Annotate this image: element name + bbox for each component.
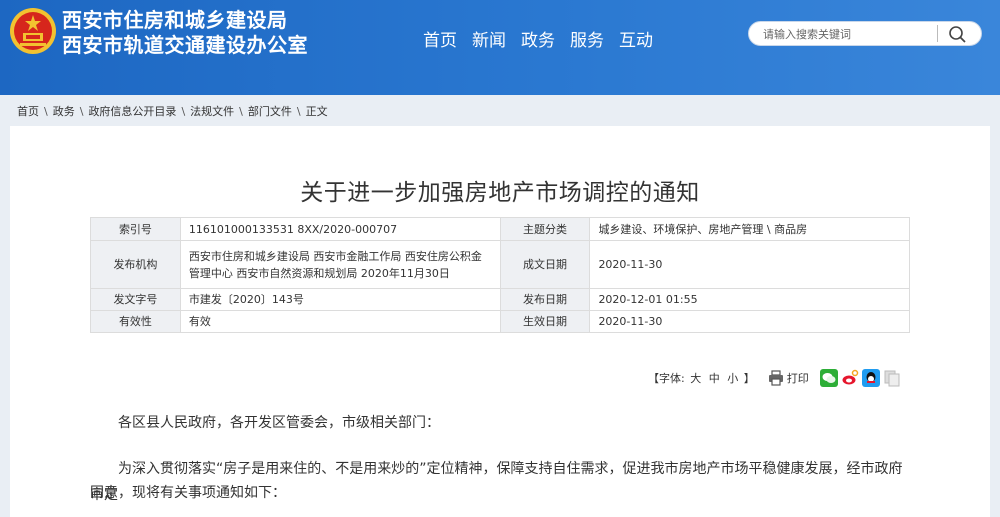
print-button[interactable]: 打印	[787, 370, 809, 386]
table-row: 有效性 有效 生效日期 2020-11-30	[90, 310, 910, 333]
validity-value: 有效	[179, 310, 501, 333]
effective-date-label: 生效日期	[499, 310, 591, 333]
wechat-share-icon[interactable]	[819, 369, 838, 387]
effective-date-value: 2020-11-30	[589, 310, 910, 333]
document-greeting: 各区县人民政府，各开发区管委会，市级相关部门：	[118, 415, 440, 431]
search-input[interactable]	[763, 25, 933, 43]
breadcrumb-regulations[interactable]: 法规文件	[190, 103, 234, 119]
font-size-large[interactable]: 大	[690, 372, 701, 385]
site-title-line1: 西安市住房和城乡建设局	[62, 8, 288, 32]
topic-value: 城乡建设、环境保护、房地产管理 \ 商品房	[589, 217, 910, 241]
article-toolbar: 【字体: 大 中 小 】 打印	[648, 369, 901, 387]
index-label: 索引号	[90, 217, 181, 241]
breadcrumb: 首页 \ 政务 \ 政府信息公开目录 \ 法规文件 \ 部门文件 \ 正文	[17, 103, 328, 119]
publish-date-label: 发布日期	[499, 288, 591, 311]
font-size-small[interactable]: 小	[727, 372, 738, 385]
page-title: 关于进一步加强房地产市场调控的通知	[300, 180, 700, 206]
breadcrumb-current: 正文	[305, 105, 328, 118]
site-title-line2: 西安市轨道交通建设办公室	[62, 33, 308, 57]
font-size-prefix: 【字体:	[648, 372, 685, 385]
search-box	[748, 21, 982, 46]
breadcrumb-separator: \	[181, 104, 186, 118]
breadcrumb-home[interactable]: 首页	[17, 103, 39, 119]
topic-label: 主题分类	[499, 217, 591, 241]
written-date-value: 2020-11-30	[589, 240, 910, 289]
breadcrumb-info-disclosure[interactable]: 政府信息公开目录	[88, 103, 176, 119]
table-row: 发布机构 西安市住房和城乡建设局 西安市金融工作局 西安住房公积金管理中心 西安…	[90, 240, 910, 289]
breadcrumb-department-documents[interactable]: 部门文件	[248, 103, 292, 119]
weibo-share-icon[interactable]	[840, 369, 859, 387]
nav-interaction[interactable]: 互动	[619, 26, 653, 51]
site-title[interactable]: 西安市住房和城乡建设局 西安市轨道交通建设办公室	[62, 8, 308, 58]
index-value: 116101000133531 8XX/2020-000707	[179, 217, 501, 241]
search-divider	[937, 25, 938, 42]
publisher-value: 西安市住房和城乡建设局 西安市金融工作局 西安住房公积金管理中心 西安市自然资源…	[179, 240, 501, 289]
validity-label: 有效性	[90, 310, 181, 333]
font-size-medium[interactable]: 中	[709, 372, 720, 385]
publisher-label: 发布机构	[90, 240, 181, 289]
copy-link-icon[interactable]	[883, 369, 901, 387]
qq-share-icon[interactable]	[861, 369, 880, 387]
table-row: 发文字号 市建发〔2020〕143号 发布日期 2020-12-01 01:55	[90, 288, 910, 311]
table-row: 索引号 116101000133531 8XX/2020-000707 主题分类…	[90, 217, 910, 241]
nav-home[interactable]: 首页	[423, 26, 457, 51]
font-size-selector: 【字体: 大 中 小 】	[648, 370, 755, 386]
main-nav: 首页 新闻 政务 服务 互动	[423, 26, 653, 51]
national-emblem-icon	[10, 8, 56, 54]
breadcrumb-separator: \	[44, 104, 48, 118]
document-paragraph-line2: 同意，现将有关事项通知如下：	[90, 485, 286, 501]
document-number-value: 市建发〔2020〕143号	[179, 288, 501, 311]
breadcrumb-separator: \	[79, 104, 84, 118]
print-icon[interactable]	[767, 369, 785, 387]
publish-date-value: 2020-12-01 01:55	[589, 288, 910, 311]
document-number-label: 发文字号	[90, 288, 181, 311]
site-header: 西安市住房和城乡建设局 西安市轨道交通建设办公室 首页 新闻 政务 服务 互动	[0, 0, 1000, 95]
nav-government-affairs[interactable]: 政务	[521, 26, 555, 51]
document-metadata-table: 索引号 116101000133531 8XX/2020-000707 主题分类…	[90, 217, 910, 333]
nav-services[interactable]: 服务	[570, 26, 604, 51]
nav-news[interactable]: 新闻	[472, 26, 506, 51]
breadcrumb-separator: \	[296, 104, 301, 118]
written-date-label: 成文日期	[499, 240, 591, 289]
breadcrumb-government-affairs[interactable]: 政务	[53, 103, 75, 119]
search-icon[interactable]	[945, 24, 969, 44]
font-size-suffix: 】	[743, 372, 755, 385]
breadcrumb-separator: \	[239, 104, 243, 118]
